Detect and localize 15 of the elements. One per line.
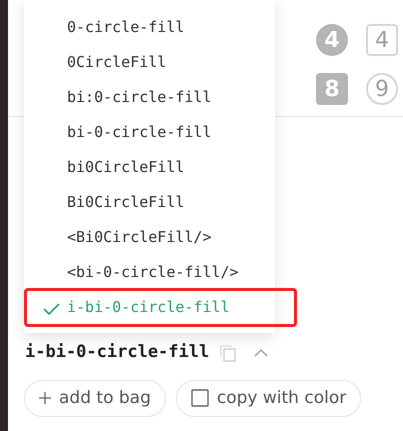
copy-icon[interactable] xyxy=(219,344,238,362)
add-to-bag-button[interactable]: add to bag xyxy=(24,380,166,417)
chevron-up-icon[interactable] xyxy=(253,346,270,359)
menu-item[interactable]: bi-0-circle-fill xyxy=(24,115,275,150)
check-icon xyxy=(42,301,60,316)
copy-with-color-checkbox[interactable]: copy with color xyxy=(176,380,362,417)
menu-item[interactable]: 0-circle-fill xyxy=(24,10,275,45)
icon-name: i-bi-0-circle-fill xyxy=(25,341,210,364)
menu-item[interactable]: <bi-0-circle-fill/> xyxy=(24,255,275,290)
menu-item[interactable]: bi:0-circle-fill xyxy=(24,80,275,115)
plus-icon xyxy=(39,392,51,404)
menu-item[interactable]: 0CircleFill xyxy=(24,45,275,80)
menu-item[interactable]: <Bi0CircleFill/> xyxy=(24,220,275,255)
menu-item[interactable]: bi0CircleFill xyxy=(24,150,275,185)
menu-item[interactable]: Bi0CircleFill xyxy=(24,185,275,220)
